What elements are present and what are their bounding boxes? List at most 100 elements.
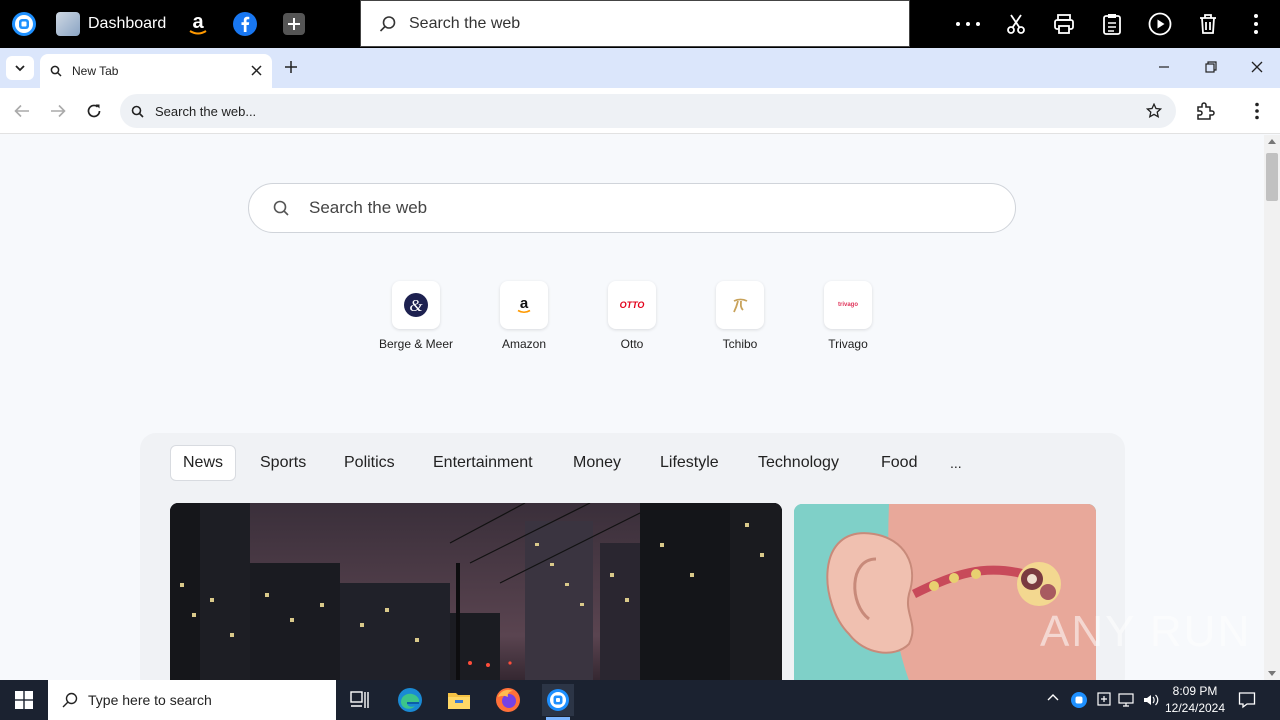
- search-icon: [273, 200, 289, 216]
- volume-icon[interactable]: [1142, 691, 1160, 709]
- scroll-up-arrow[interactable]: [1268, 139, 1276, 144]
- city-night-image: [170, 503, 782, 680]
- shortcut-berge-meer[interactable]: & Berge & Meer: [366, 281, 466, 351]
- top-search-placeholder: Search the web: [409, 14, 521, 32]
- task-view-button[interactable]: [344, 684, 376, 716]
- anyrun-watermark: ANY RUN: [1040, 607, 1251, 657]
- tab-label: Technology: [758, 454, 839, 471]
- bookmark-star-icon[interactable]: [1146, 103, 1162, 119]
- shortcut-amazon[interactable]: a Amazon: [474, 281, 574, 351]
- minimize-icon: [1159, 66, 1169, 68]
- tab-label: Politics: [344, 454, 395, 471]
- tray-anyrun-icon[interactable]: [1070, 691, 1088, 709]
- tab-money[interactable]: Money: [561, 445, 633, 481]
- start-button[interactable]: [8, 684, 40, 716]
- amazon-icon: a: [500, 281, 548, 329]
- facebook-icon[interactable]: [229, 8, 261, 40]
- app-top-bar: Dashboard a Search the web: [0, 0, 1280, 48]
- tab-search-button[interactable]: [6, 56, 34, 80]
- new-tab-button[interactable]: [284, 60, 298, 74]
- otto-logo-text: OTTO: [619, 300, 645, 310]
- close-window-button[interactable]: [1251, 61, 1263, 73]
- tab-lifestyle[interactable]: Lifestyle: [648, 445, 731, 481]
- firefox-icon: [496, 688, 520, 712]
- clock-date: 12/24/2024: [1164, 701, 1226, 715]
- page-scrollbar[interactable]: [1264, 135, 1280, 680]
- shortcut-tchibo[interactable]: Tchibo: [690, 281, 790, 351]
- chevron-down-icon: [15, 64, 25, 71]
- more-horizontal-icon[interactable]: [952, 8, 984, 40]
- puzzle-icon: [1197, 102, 1215, 120]
- tab-entertainment[interactable]: Entertainment: [421, 445, 545, 481]
- tab-new-tab[interactable]: New Tab: [40, 54, 272, 88]
- tab-politics[interactable]: Politics: [332, 445, 407, 481]
- clock-time: 8:09 PM: [1172, 684, 1218, 698]
- shortcut-trivago[interactable]: trivago Trivago: [798, 281, 898, 351]
- reload-icon: [87, 104, 101, 118]
- trash-icon[interactable]: [1192, 8, 1224, 40]
- svg-text:&: &: [409, 296, 423, 315]
- clipboard-icon[interactable]: [1096, 8, 1128, 40]
- tab-title: New Tab: [72, 64, 119, 78]
- search-icon: [62, 692, 78, 708]
- close-tab-icon[interactable]: [251, 65, 262, 76]
- notifications-button[interactable]: [1238, 691, 1256, 709]
- shortcut-label: Amazon: [501, 337, 547, 351]
- more-tabs-button[interactable]: ...: [938, 445, 974, 481]
- taskbar-search-box[interactable]: Type here to search: [48, 680, 336, 720]
- add-shortcut-button[interactable]: [280, 8, 308, 40]
- omnibox-search-icon: [131, 105, 144, 118]
- chevron-up-icon: [1047, 694, 1059, 701]
- tab-technology[interactable]: Technology: [746, 445, 851, 481]
- page-search-placeholder: Search the web: [309, 198, 428, 217]
- browser-menu-button[interactable]: [1254, 102, 1260, 120]
- file-explorer-taskbar-button[interactable]: [443, 684, 475, 716]
- trivago-logo-text: trivago: [837, 302, 858, 308]
- play-icon[interactable]: [1144, 8, 1176, 40]
- news-card-city[interactable]: [170, 503, 782, 680]
- edge-taskbar-button[interactable]: [394, 684, 426, 716]
- tab-label: Sports: [260, 454, 307, 471]
- anyrun-app-icon: [547, 689, 569, 711]
- firefox-taskbar-button[interactable]: [492, 684, 524, 716]
- news-feed: News Sports Politics Entertainment Money…: [140, 433, 1125, 680]
- print-icon[interactable]: [1048, 8, 1080, 40]
- svg-text:a: a: [192, 11, 204, 33]
- tab-sports[interactable]: Sports: [248, 445, 318, 481]
- tray-overflow-button[interactable]: [1047, 693, 1059, 701]
- address-bar[interactable]: Search the web...: [120, 94, 1176, 128]
- top-search-bar[interactable]: Search the web: [360, 0, 910, 47]
- scroll-down-arrow[interactable]: [1268, 671, 1276, 676]
- scissors-icon[interactable]: [1000, 8, 1032, 40]
- network-icon[interactable]: [1118, 691, 1136, 709]
- shortcut-otto[interactable]: OTTO Otto: [582, 281, 682, 351]
- extensions-button[interactable]: [1195, 101, 1215, 121]
- reload-button[interactable]: [86, 103, 102, 119]
- page-search-box[interactable]: Search the web: [248, 183, 1016, 233]
- arrow-left-icon: [14, 104, 29, 118]
- more-vertical-icon[interactable]: [1244, 8, 1268, 40]
- tray-device-icon[interactable]: [1096, 691, 1112, 709]
- forward-button[interactable]: [50, 104, 66, 118]
- anyrun-taskbar-button[interactable]: [542, 684, 574, 716]
- folder-icon: [448, 693, 470, 709]
- search-icon: [379, 15, 397, 33]
- dashboard-icon: [56, 12, 80, 36]
- windows-logo-icon: [15, 691, 33, 709]
- arrow-right-icon: [51, 104, 66, 118]
- back-button[interactable]: [14, 104, 30, 118]
- address-bar-placeholder: Search the web...: [155, 103, 257, 119]
- tab-search-icon: [50, 65, 62, 77]
- shortcut-label: Trivago: [828, 337, 868, 351]
- dashboard-button[interactable]: Dashboard: [56, 8, 172, 40]
- shortcut-label: Tchibo: [722, 337, 758, 351]
- minimize-button[interactable]: [1158, 61, 1170, 73]
- amazon-icon[interactable]: a: [182, 8, 214, 40]
- clock[interactable]: 8:09 PM 12/24/2024: [1160, 683, 1230, 717]
- tab-news[interactable]: News: [170, 445, 237, 481]
- anyrun-app-icon[interactable]: [8, 8, 40, 40]
- trivago-icon: trivago: [824, 281, 872, 329]
- tab-food[interactable]: Food: [869, 445, 929, 481]
- restore-button[interactable]: [1205, 61, 1217, 73]
- scrollbar-thumb[interactable]: [1266, 153, 1278, 201]
